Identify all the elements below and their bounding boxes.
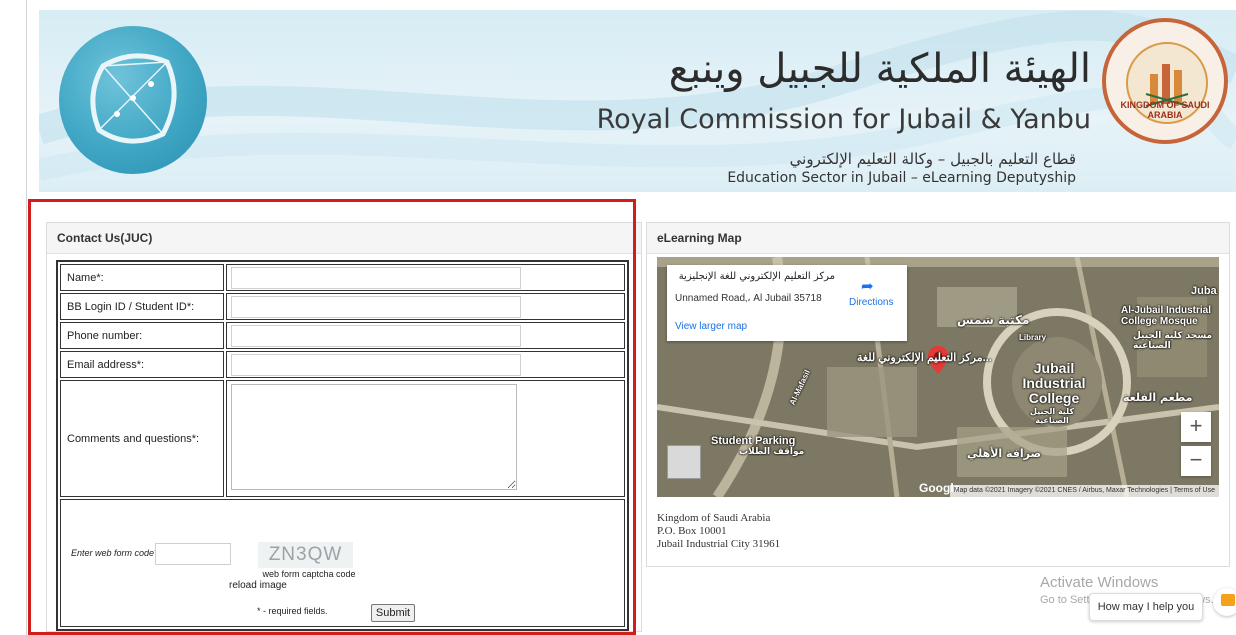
map-label-mosque: Al-Jubail Industrial College Mosque — [1121, 305, 1212, 327]
emblem-caption: KINGDOM OF SAUDI ARABIA — [1120, 100, 1210, 120]
map-label-library-ar: مكتبة شمس — [957, 313, 1030, 327]
map-place-title: مركز التعليم الإلكتروني للغة الإنجليزية — [678, 271, 835, 282]
terms-of-use-link[interactable]: Terms of Use — [1174, 487, 1215, 494]
map-attribution: Map data ©2021 Imagery ©2021 CNES / Airb… — [949, 485, 1219, 497]
map-label-bank: صرافة الأهلي — [967, 447, 1042, 460]
embedded-map[interactable]: مركز التعليم الإلكتروني للغة... مكتبة شم… — [657, 257, 1219, 497]
map-panel-heading: eLearning Map — [647, 223, 1229, 254]
banner-subtitle-arabic: قطاع التعليم بالجبيل – وكالة التعليم الإ… — [789, 150, 1076, 168]
postal-address: Kingdom of Saudi Arabia P.O. Box 10001 J… — [657, 512, 780, 551]
map-label-center: مركز التعليم الإلكتروني للغة... — [857, 352, 992, 364]
logo-network-icon — [90, 53, 177, 144]
highlight-frame — [28, 199, 636, 635]
kingdom-emblem: KINGDOM OF SAUDI ARABIA — [1102, 18, 1228, 144]
header-banner: الهيئة الملكية للجبيل وينبع Royal Commis… — [39, 10, 1236, 192]
map-label-juba: Juba — [1191, 285, 1217, 297]
banner-title-arabic: الهيئة الملكية للجبيل وينبع — [668, 46, 1091, 92]
map-panel: eLearning Map مركز التعليم الإلكتروني لل… — [646, 222, 1230, 567]
map-data-credit: Map data ©2021 Imagery ©2021 CNES / Airb… — [953, 487, 1169, 494]
view-larger-map-link[interactable]: View larger map — [675, 321, 747, 332]
map-label-mosque-ar: مسجد كلية الجبيل الصناعية — [1133, 331, 1213, 351]
banner-title-english: Royal Commission for Jubail & Yanbu — [596, 104, 1091, 135]
address-line: P.O. Box 10001 — [657, 525, 727, 537]
directions-icon[interactable]: ➦ — [861, 277, 877, 295]
zoom-out-button[interactable]: − — [1181, 446, 1211, 476]
map-label-restaurant: مطعم الفلعة — [1123, 391, 1193, 404]
map-label-parking: Student Parking — [711, 435, 796, 447]
address-line: Jubail Industrial City 31961 — [657, 538, 781, 550]
map-label-parking-ar: مواقف الطلاب — [739, 447, 805, 457]
map-place-address: Unnamed Road‚، Al Jubail 35718 — [675, 293, 822, 304]
chat-bubble-icon[interactable] — [1213, 588, 1236, 616]
elearning-logo — [59, 26, 207, 174]
page-left-border — [26, 0, 27, 635]
map-label-college: Jubail Industrial College — [1022, 360, 1086, 406]
activate-windows-title: Activate Windows — [1040, 574, 1159, 591]
banner-subtitle-english: Education Sector in Jubail – eLearning D… — [727, 170, 1076, 186]
address-line: Kingdom of Saudi Arabia — [657, 512, 771, 524]
zoom-in-button[interactable]: + — [1181, 412, 1211, 442]
map-label-library: Library — [1019, 333, 1047, 342]
map-info-card: مركز التعليم الإلكتروني للغة الإنجليزية … — [667, 265, 907, 341]
chat-help-button[interactable]: How may I help you — [1089, 593, 1203, 621]
map-label-college-ar: كلية الجبيل الصناعية — [1029, 407, 1074, 425]
directions-link[interactable]: Directions — [849, 297, 893, 308]
street-view-pegman-icon[interactable] — [667, 445, 701, 479]
